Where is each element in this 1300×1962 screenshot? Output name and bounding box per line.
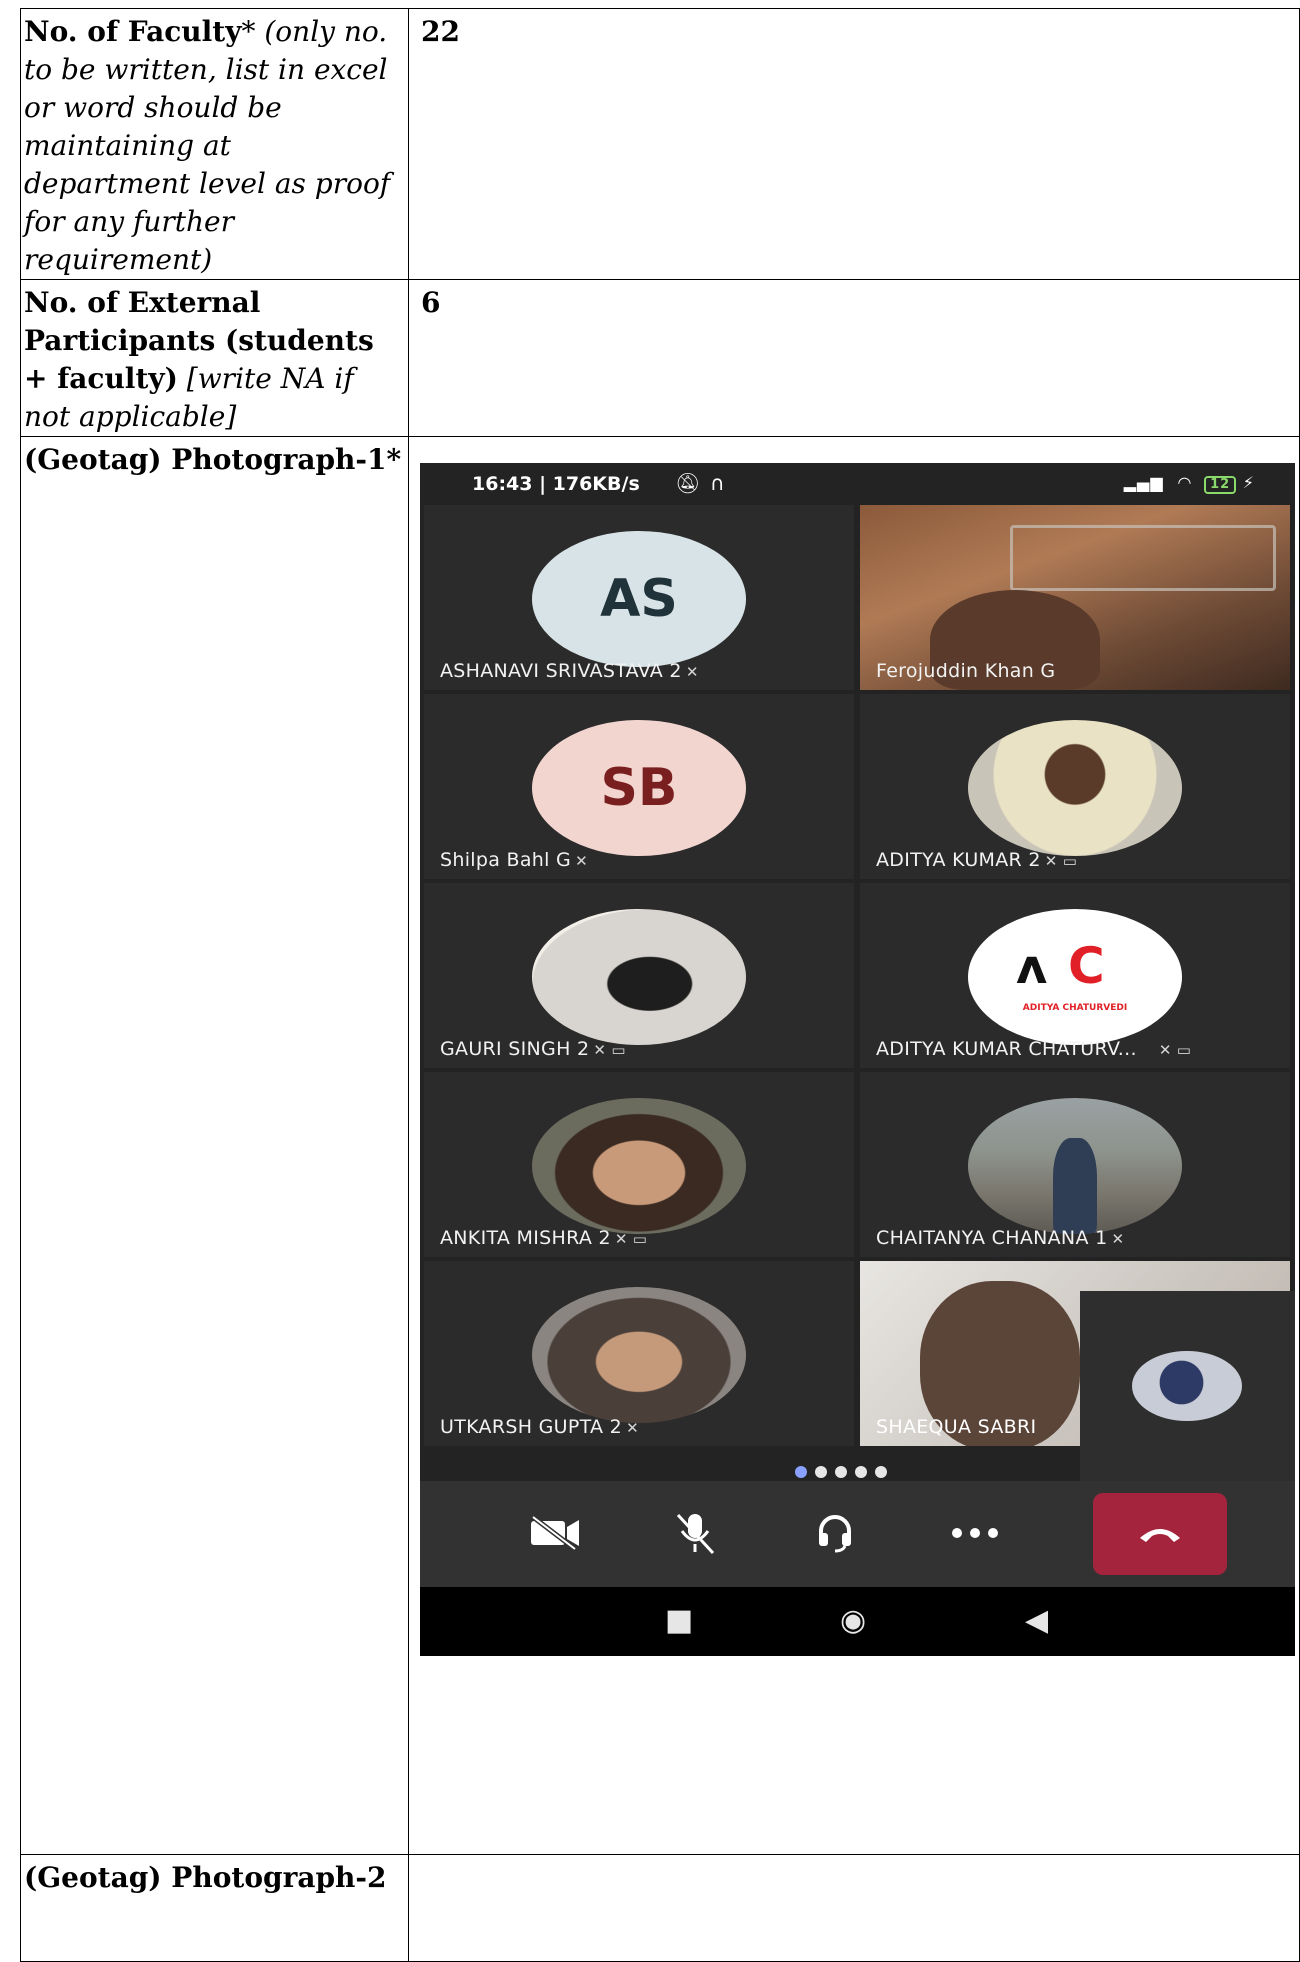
meeting-screenshot: 16:43 | 176KB/s 🔕︎ ∩ ▂▄▆ ◠ 12 ⚡︎ AS ASHA… bbox=[420, 463, 1295, 1656]
wifi-icon: ◠ bbox=[1178, 473, 1192, 492]
photo1-label: (Geotag) Photograph-1* bbox=[20, 436, 409, 1855]
mic-video-off-icons: ✕ ▭ bbox=[614, 1230, 648, 1248]
profile-photo bbox=[532, 1098, 746, 1234]
phone-hangup-icon bbox=[1140, 1529, 1180, 1542]
page-dot[interactable] bbox=[875, 1466, 887, 1478]
faculty-instruction: (only no. to be written, list in excel o… bbox=[24, 15, 391, 276]
more-options-icon[interactable] bbox=[945, 1509, 1005, 1557]
participant-name: SHAEQUA SABRI bbox=[876, 1416, 1037, 1438]
participant-video-tile[interactable]: Ferojuddin Khan G bbox=[860, 505, 1290, 690]
mic-off-icon: ✕ bbox=[1111, 1230, 1125, 1248]
participant-tile[interactable]: GAURI SINGH 2 ✕ ▭ bbox=[424, 883, 854, 1068]
faculty-value: 22 bbox=[408, 8, 1300, 280]
participant-name: ADITYA KUMAR CHATURV... ✕ ▭ bbox=[876, 1038, 1192, 1060]
participant-name: CHAITANYA CHANANA 1 ✕ bbox=[876, 1227, 1125, 1249]
window-frame-background bbox=[1010, 525, 1276, 591]
profile-photo bbox=[968, 1098, 1182, 1234]
profile-photo bbox=[532, 909, 746, 1045]
page-dot[interactable] bbox=[795, 1466, 807, 1478]
mic-off-icon: ✕ bbox=[575, 852, 588, 870]
mic-video-off-icons: ✕ ▭ bbox=[1044, 852, 1078, 870]
faculty-label-cell: No. of Faculty* (only no. to be written,… bbox=[20, 8, 409, 280]
participant-name: ADITYA KUMAR 2 ✕ ▭ bbox=[876, 849, 1078, 871]
external-value: 6 bbox=[408, 279, 1300, 437]
mic-off-icon: ✕ bbox=[685, 663, 699, 681]
participant-name: UTKARSH GUPTA 2 ✕ bbox=[440, 1416, 639, 1438]
avatar-initials: AS bbox=[532, 531, 746, 667]
mic-off-icon: ✕ bbox=[626, 1419, 639, 1437]
participant-name: ASHANAVI SRIVASTAVA 2 ✕ bbox=[440, 660, 699, 682]
mic-video-off-icons: ✕ ▭ bbox=[1158, 1041, 1192, 1059]
external-label-cell: No. of External Participants (students +… bbox=[20, 279, 409, 437]
participant-name: GAURI SINGH 2 ✕ ▭ bbox=[440, 1038, 626, 1060]
photo2-cell bbox=[408, 1854, 1300, 1962]
page-dot[interactable] bbox=[815, 1466, 827, 1478]
logo-text: ADITYA CHATURVEDI bbox=[1022, 1003, 1128, 1013]
photo2-label: (Geotag) Photograph-2 bbox=[20, 1854, 409, 1962]
charging-icon: ⚡︎ bbox=[1242, 473, 1255, 492]
call-controls bbox=[420, 1481, 1295, 1587]
phone-status-bar: 16:43 | 176KB/s 🔕︎ ∩ ▂▄▆ ◠ 12 ⚡︎ bbox=[420, 463, 1295, 505]
page-indicator bbox=[795, 1463, 895, 1478]
self-view-photo bbox=[1132, 1351, 1242, 1421]
participant-tile[interactable]: ADITYA KUMAR 2 ✕ ▭ bbox=[860, 694, 1290, 879]
profile-photo bbox=[532, 1287, 746, 1423]
logo-a-mark: ʌ bbox=[1016, 939, 1048, 995]
headset-icon[interactable] bbox=[805, 1509, 865, 1557]
participant-tile[interactable]: CHAITANYA CHANANA 1 ✕ bbox=[860, 1072, 1290, 1257]
page-dot[interactable] bbox=[835, 1466, 847, 1478]
participant-tile[interactable]: ANKITA MISHRA 2 ✕ ▭ bbox=[424, 1072, 854, 1257]
logo-avatar: ʌ C ADITYA CHATURVEDI bbox=[968, 909, 1182, 1045]
faculty-label: No. of Faculty bbox=[24, 15, 242, 48]
profile-photo bbox=[968, 720, 1182, 856]
page-dot[interactable] bbox=[855, 1466, 867, 1478]
camera-off-icon[interactable] bbox=[525, 1509, 585, 1557]
participant-tile[interactable]: SB Shilpa Bahl G ✕ bbox=[424, 694, 854, 879]
avatar-initials: SB bbox=[532, 720, 746, 856]
headphone-status-icon: ∩ bbox=[710, 471, 725, 495]
status-indicators: ▂▄▆ ◠ 12 ⚡︎ bbox=[1124, 473, 1255, 494]
logo-c-mark: C bbox=[1068, 937, 1105, 995]
signal-icon: ▂▄▆ bbox=[1123, 473, 1164, 492]
participant-name: ANKITA MISHRA 2 ✕ ▭ bbox=[440, 1227, 648, 1249]
recents-icon[interactable]: ■ bbox=[665, 1603, 693, 1638]
android-nav-bar: ■ ◉ ◀ bbox=[420, 1587, 1295, 1656]
status-time: 16:43 | 176KB/s bbox=[472, 473, 640, 495]
participant-tile[interactable]: UTKARSH GUPTA 2 ✕ bbox=[424, 1261, 854, 1446]
participant-tile[interactable]: ʌ C ADITYA CHATURVEDI ADITYA KUMAR CHATU… bbox=[860, 883, 1290, 1068]
end-call-button[interactable] bbox=[1093, 1493, 1227, 1575]
battery-level: 12 bbox=[1204, 476, 1237, 494]
mute-bell-icon: 🔕︎ bbox=[675, 471, 701, 495]
home-icon[interactable]: ◉ bbox=[840, 1603, 866, 1638]
faculty-required-star: * bbox=[241, 15, 256, 48]
participant-name: Ferojuddin Khan G bbox=[876, 660, 1056, 682]
participant-tile[interactable]: AS ASHANAVI SRIVASTAVA 2 ✕ bbox=[424, 505, 854, 690]
participant-name: Shilpa Bahl G ✕ bbox=[440, 849, 588, 871]
self-view-pip[interactable] bbox=[1080, 1291, 1295, 1481]
back-icon[interactable]: ◀ bbox=[1025, 1603, 1048, 1638]
person-shape bbox=[1053, 1138, 1097, 1234]
mic-off-icon[interactable] bbox=[665, 1509, 725, 1557]
mic-video-off-icons: ✕ ▭ bbox=[593, 1041, 626, 1059]
